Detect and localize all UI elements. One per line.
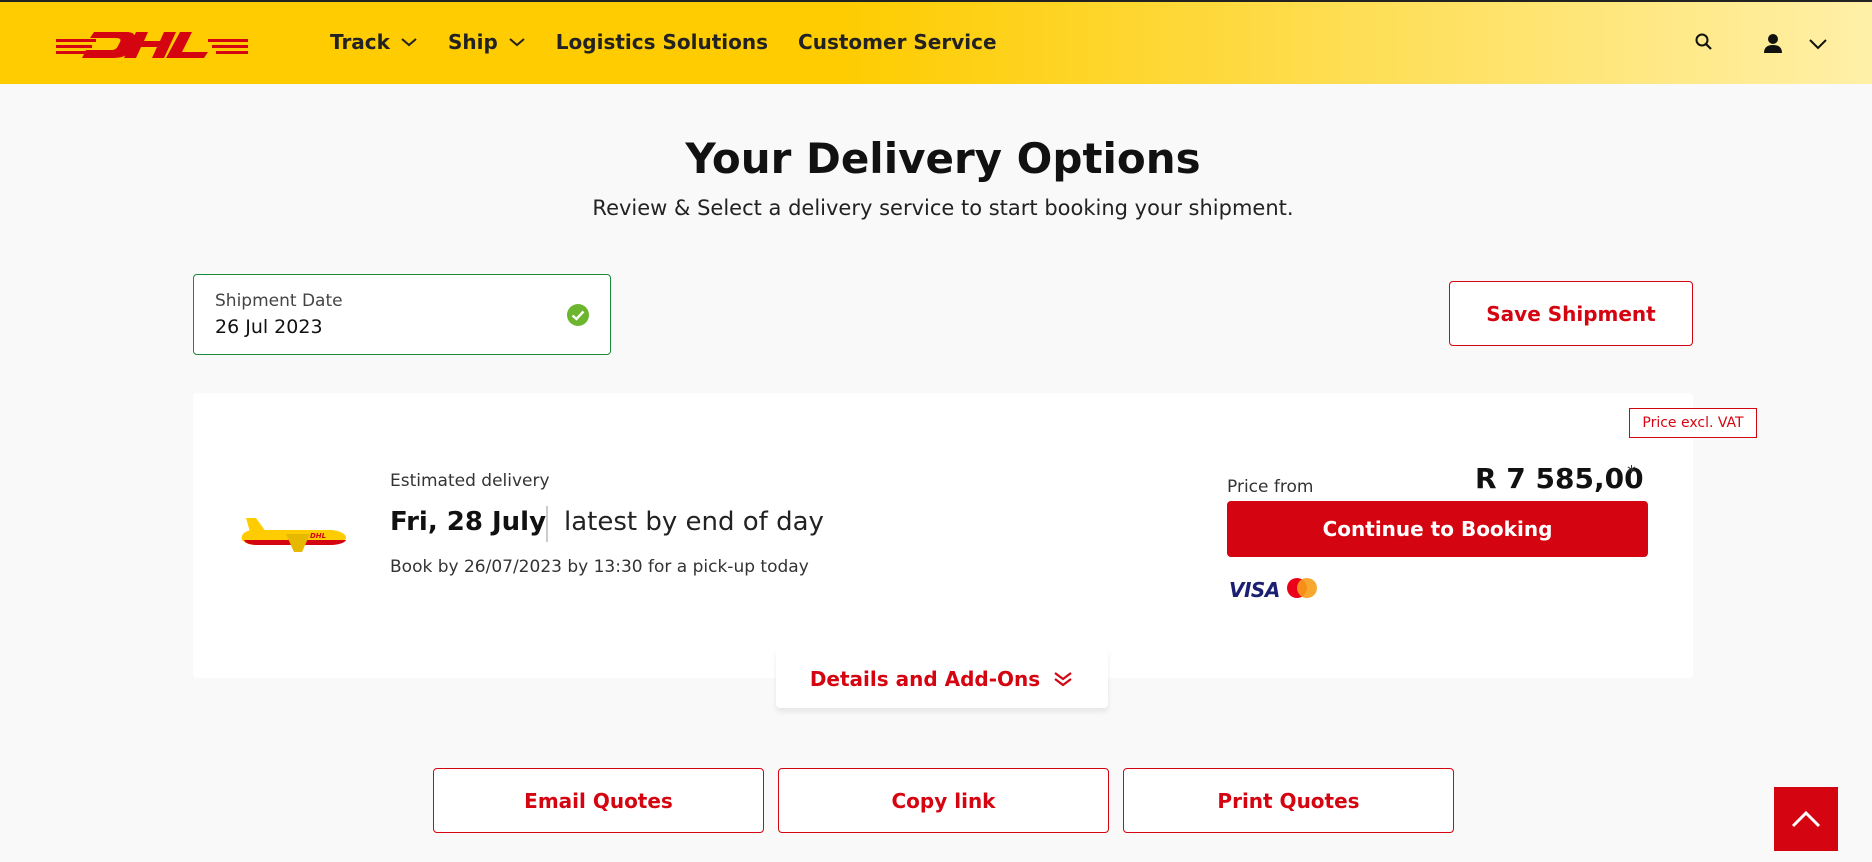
nav-track-label: Track [330, 30, 390, 54]
divider [546, 506, 548, 542]
details-and-addons-label: Details and Add-Ons [809, 667, 1041, 691]
visa-icon: VISA [1229, 578, 1280, 602]
price-footnote-marker: * [1627, 462, 1636, 483]
double-chevron-down-icon [1054, 672, 1072, 687]
print-quotes-button[interactable]: Print Quotes [1123, 768, 1454, 833]
details-and-addons-toggle[interactable]: Details and Add-Ons [776, 650, 1108, 708]
chevron-up-icon [1791, 810, 1821, 828]
svg-text:DHL: DHL [310, 532, 326, 540]
copy-link-button[interactable]: Copy link [778, 768, 1109, 833]
save-shipment-button[interactable]: Save Shipment [1449, 281, 1693, 346]
search-icon[interactable] [1694, 32, 1714, 52]
airplane-icon: DHL [241, 518, 346, 552]
delivery-time: latest by end of day [564, 507, 824, 537]
main-nav: Track Ship Logistics Solutions Customer … [330, 30, 997, 54]
book-by-note: Book by 26/07/2023 by 13:30 for a pick-u… [390, 557, 809, 577]
continue-to-booking-button[interactable]: Continue to Booking [1227, 501, 1648, 557]
user-icon[interactable] [1762, 32, 1784, 54]
nav-ship-label: Ship [447, 30, 498, 54]
nav-customer-service[interactable]: Customer Service [798, 30, 997, 54]
nav-ship[interactable]: Ship [448, 30, 526, 54]
shipment-date-value: 26 Jul 2023 [215, 316, 323, 338]
vat-badge: Price excl. VAT [1629, 408, 1757, 438]
price-value: R 7 585,00 [1475, 462, 1644, 495]
dhl-logo[interactable] [56, 28, 248, 60]
site-header: Track Ship Logistics Solutions Customer … [0, 0, 1872, 84]
chevron-down-icon [401, 38, 417, 47]
shipment-date-field[interactable]: Shipment Date 26 Jul 2023 [193, 274, 611, 355]
price-from-label: Price from [1227, 477, 1314, 497]
page-title: Your Delivery Options [685, 134, 1201, 183]
chevron-down-icon [509, 38, 525, 47]
chevron-down-icon[interactable] [1808, 38, 1828, 50]
nav-logistics-label: Logistics Solutions [555, 30, 769, 54]
email-quotes-button[interactable]: Email Quotes [433, 768, 764, 833]
back-to-top-button[interactable] [1774, 787, 1838, 851]
nav-customer-service-label: Customer Service [798, 30, 997, 54]
mastercard-icon [1287, 578, 1317, 598]
nav-track[interactable]: Track [330, 30, 418, 54]
page-subtitle: Review & Select a delivery service to st… [592, 196, 1294, 220]
estimated-delivery-label: Estimated delivery [390, 471, 550, 491]
nav-logistics-solutions[interactable]: Logistics Solutions [556, 30, 768, 54]
check-circle-icon [567, 304, 589, 326]
shipment-date-label: Shipment Date [215, 291, 343, 311]
delivery-date: Fri, 28 July [390, 507, 547, 537]
